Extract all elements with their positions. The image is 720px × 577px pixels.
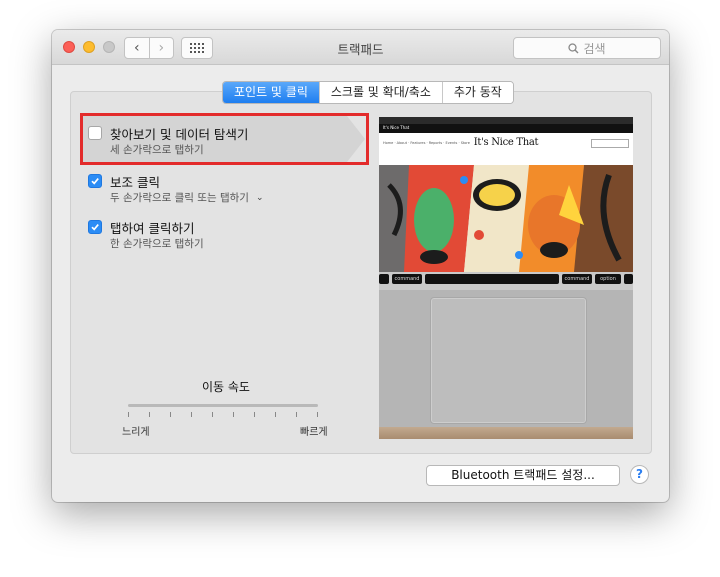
search-placeholder: 검색 <box>583 41 606 56</box>
slider-ticks <box>128 412 318 418</box>
slider-tick <box>296 412 297 417</box>
preview-artwork <box>379 165 633 272</box>
slider-tick <box>212 412 213 417</box>
site-search <box>591 139 629 148</box>
preview-keyboard: command command option <box>379 272 633 290</box>
tab-more-gestures[interactable]: 추가 동작 <box>442 82 513 103</box>
checkmark-icon <box>91 224 99 231</box>
secondary-click-checkbox[interactable] <box>88 174 102 188</box>
chevron-down-icon[interactable]: ⌄ <box>256 193 264 203</box>
fast-label: 빠르게 <box>300 427 328 438</box>
key-option: option <box>595 274 621 284</box>
key <box>379 274 389 284</box>
slider-tick <box>275 412 276 417</box>
search-icon <box>568 42 579 53</box>
preview-desk <box>379 427 633 439</box>
tracking-speed-label: 이동 속도 <box>202 380 250 394</box>
browser-nav: It's Nice That <box>379 124 633 133</box>
tracking-speed-slider[interactable] <box>128 404 318 407</box>
slider-tick <box>149 412 150 417</box>
help-button[interactable]: ? <box>630 465 649 484</box>
tab-scroll-and-zoom[interactable]: 스크롤 및 확대/축소 <box>319 82 443 103</box>
key <box>624 274 633 284</box>
tab-bar: 포인트 및 클릭 스크롤 및 확대/축소 추가 동작 <box>222 81 514 104</box>
slow-label: 느리게 <box>122 427 150 438</box>
slider-tick <box>170 412 171 417</box>
tab-point-and-click[interactable]: 포인트 및 클릭 <box>223 82 320 103</box>
search-field[interactable]: 검색 <box>513 37 661 59</box>
browser-toolbar <box>379 117 633 124</box>
option-subtitle: 한 손가락으로 탭하기 <box>110 238 204 250</box>
slider-tick <box>233 412 234 417</box>
option-subtitle[interactable]: 두 손가락으로 클릭 또는 탭하기 ⌄ <box>110 190 263 205</box>
option-title: 탭하여 클릭하기 <box>110 221 195 236</box>
highlight-box <box>80 113 369 165</box>
slider-tick <box>317 412 318 417</box>
slider-tick <box>128 412 129 417</box>
key-space <box>425 274 559 284</box>
key-command-left: command <box>392 274 422 284</box>
preview-trackpad <box>430 297 587 424</box>
system-preferences-window: ‹ › 트랙패드 검색 포인트 및 클릭 스크롤 및 확대/축소 추가 동작 찾… <box>52 30 669 502</box>
title-bar: ‹ › 트랙패드 검색 <box>52 30 669 65</box>
gesture-preview: It's Nice That Home · About · Features ·… <box>379 117 633 439</box>
bluetooth-trackpad-setup-button[interactable]: Bluetooth 트랙패드 설정... <box>426 465 620 486</box>
key-command-right: command <box>562 274 592 284</box>
preview-browser: It's Nice That Home · About · Features ·… <box>379 117 633 272</box>
option-title: 보조 클릭 <box>110 175 160 190</box>
checkmark-icon <box>91 178 99 185</box>
slider-tick <box>254 412 255 417</box>
tap-to-click-checkbox[interactable] <box>88 220 102 234</box>
slider-tick <box>191 412 192 417</box>
